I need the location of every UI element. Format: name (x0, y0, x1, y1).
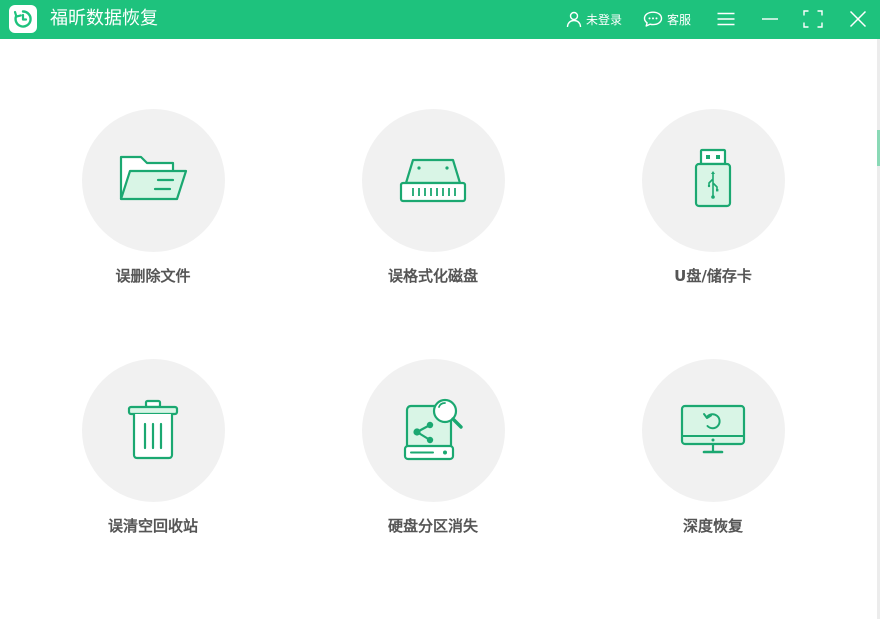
app-logo-icon (9, 5, 37, 33)
minimize-button[interactable] (757, 6, 783, 32)
option-icon-circle (81, 359, 225, 502)
option-deep-recovery[interactable]: 深度恢复 (623, 359, 803, 559)
option-label: 误格式化磁盘 (387, 267, 478, 285)
option-usb-memory-card[interactable]: U盘/储存卡 (623, 109, 803, 309)
option-label: U盘/储存卡 (674, 267, 752, 285)
option-lost-partition[interactable]: 硬盘分区消失 (343, 359, 523, 559)
service-label: 客服 (667, 12, 692, 27)
option-icon-circle (81, 109, 225, 252)
option-label: 硬盘分区消失 (387, 517, 478, 535)
trash-bin-icon (127, 399, 179, 459)
monitor-restore-icon (680, 404, 746, 453)
hard-disk-icon (399, 158, 467, 202)
customer-service-button[interactable]: 客服 (643, 9, 691, 29)
option-icon-circle (361, 359, 505, 502)
close-icon (849, 10, 867, 28)
login-label: 未登录 (586, 12, 623, 27)
user-icon (566, 11, 582, 27)
option-deleted-files[interactable]: 误删除文件 (63, 109, 243, 309)
maximize-button[interactable] (800, 6, 826, 32)
folder-icon (119, 155, 188, 200)
option-icon-circle (641, 109, 785, 252)
usb-drive-icon (694, 148, 732, 207)
option-label: 误删除文件 (115, 267, 191, 285)
option-icon-circle (361, 109, 505, 252)
option-formatted-disk[interactable]: 误格式化磁盘 (343, 109, 523, 309)
option-icon-circle (641, 359, 785, 502)
partition-search-icon (403, 398, 463, 460)
hamburger-menu-icon (717, 12, 735, 26)
chat-bubble-icon (643, 11, 663, 27)
option-label: 误清空回收站 (107, 517, 198, 535)
minimize-icon (762, 18, 778, 20)
app-window: 福昕数据恢复 未登录 客服 误删除文件 误格式化磁盘 U盘/储存卡 误清空回收站… (0, 0, 880, 619)
login-button[interactable]: 未登录 (566, 9, 622, 29)
close-button[interactable] (845, 6, 871, 32)
maximize-icon (803, 10, 823, 28)
menu-button[interactable] (713, 6, 739, 32)
app-title: 福昕数据恢复 (50, 8, 158, 29)
title-bar: 福昕数据恢复 未登录 客服 (0, 0, 880, 39)
option-emptied-recycle-bin[interactable]: 误清空回收站 (63, 359, 243, 559)
option-label: 深度恢复 (682, 517, 743, 535)
